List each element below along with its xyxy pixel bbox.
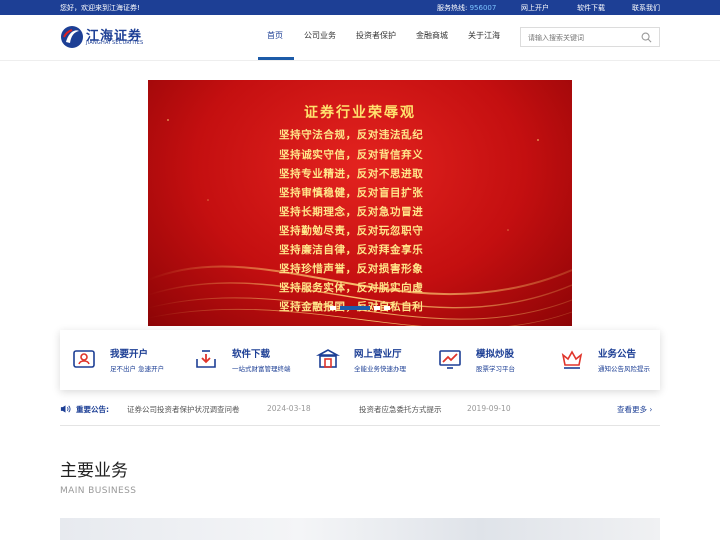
- banner-line: 坚持服务实体，反对脱实向虚: [279, 282, 424, 294]
- service-title: 软件下载: [232, 349, 271, 360]
- service-subtitle: 全能业务快速办理: [354, 365, 406, 373]
- service-software-download[interactable]: 软件下载 一站式财富管理终端: [182, 330, 297, 390]
- logo-mark-icon: [61, 26, 83, 48]
- carousel-dot[interactable]: [330, 306, 336, 310]
- service-title: 业务公告: [598, 349, 637, 360]
- carousel-dot-active[interactable]: [340, 306, 370, 310]
- banner-line: 坚持长期理念，反对急功冒进: [279, 206, 424, 218]
- service-title: 网上营业厅: [354, 349, 402, 360]
- announcement-date: 2019-09-10: [467, 404, 511, 413]
- speaker-icon: [60, 405, 71, 413]
- topbar-link-contact-us[interactable]: 联系我们: [632, 3, 660, 13]
- section-title: 主要业务: [60, 461, 128, 481]
- banner-line: 坚持专业精进，反对不思进取: [279, 168, 424, 180]
- nav-home[interactable]: 首页: [267, 30, 283, 41]
- hotline: 服务热线: 956007: [437, 3, 496, 13]
- logo-text-en: JIANGHAI SECURITIES: [86, 40, 144, 46]
- section-subtitle: MAIN BUSINESS: [60, 486, 137, 496]
- hotline-number: 956007: [469, 4, 497, 12]
- header-divider: [0, 60, 720, 61]
- view-more-label: 查看更多: [617, 405, 647, 414]
- quick-services: 我要开户 足不出户 急速开户 软件下载 一站式财富管理终端 网上营业厅 全能业务…: [60, 330, 660, 390]
- service-subtitle: 足不出户 急速开户: [110, 365, 165, 373]
- banner-line: 坚持守法合规，反对违法乱纪: [279, 129, 424, 141]
- service-subtitle: 股票学习平台: [476, 365, 515, 373]
- service-title: 我要开户: [110, 349, 149, 360]
- carousel-dot[interactable]: [374, 306, 380, 310]
- search-icon[interactable]: [641, 32, 652, 43]
- service-subtitle: 一站式财富管理终端: [232, 365, 291, 373]
- banner-line: 坚持诚实守信，反对背信弃义: [279, 149, 424, 161]
- banner-line: 坚持审慎稳健，反对盲目扩张: [279, 187, 424, 199]
- service-simulated-trading[interactable]: 模拟炒股 股票学习平台: [426, 330, 541, 390]
- topbar-link-open-account[interactable]: 网上开户: [521, 3, 549, 13]
- announcement-divider: [60, 425, 660, 426]
- search-input[interactable]: [528, 32, 638, 43]
- announcement-date: 2024-03-18: [267, 404, 311, 413]
- announcement-item[interactable]: 证券公司投资者保护状况调查问卷: [127, 404, 240, 415]
- nav-investor-protection[interactable]: 投资者保护: [356, 30, 396, 41]
- banner-line: 坚持勤勉尽责，反对玩忽职守: [279, 225, 424, 237]
- hero-banner[interactable]: 证券行业荣辱观 坚持守法合规，反对违法乱纪 坚持诚实守信，反对背信弃义 坚持专业…: [148, 80, 572, 326]
- nav-about[interactable]: 关于江海: [468, 30, 500, 41]
- service-open-account[interactable]: 我要开户 足不出户 急速开户: [60, 330, 175, 390]
- logo[interactable]: 江海证券 JIANGHAI SECURITIES: [60, 25, 160, 49]
- online-hall-icon: [316, 349, 340, 368]
- chevron-right-icon: ›: [649, 405, 653, 414]
- carousel-dot[interactable]: [384, 306, 390, 310]
- nav-financial-mall[interactable]: 金融商城: [416, 30, 448, 41]
- welcome-text: 您好，欢迎来到江海证券!: [60, 4, 140, 12]
- crown-notice-icon: [561, 350, 583, 369]
- download-icon: [196, 350, 216, 368]
- hotline-label: 服务热线:: [437, 4, 468, 12]
- main-business-image: [60, 518, 660, 540]
- stock-chart-icon: [439, 350, 461, 369]
- banner-title: 证券行业荣辱观: [304, 105, 416, 121]
- nav-company-business[interactable]: 公司业务: [304, 30, 336, 41]
- banner-line: 坚持廉洁自律，反对拜金享乐: [279, 244, 424, 256]
- top-bar: 您好，欢迎来到江海证券! 服务热线: 956007 网上开户 软件下载 联系我们: [0, 0, 720, 15]
- view-more-link[interactable]: 查看更多 ›: [617, 404, 652, 415]
- announcement-label: 重要公告:: [76, 405, 109, 414]
- search-box: [520, 27, 660, 47]
- account-open-icon: [73, 350, 95, 368]
- banner-line: 坚持珍惜声誉，反对损害形象: [279, 263, 424, 275]
- service-announcements[interactable]: 业务公告 通知公告风险提示: [548, 330, 663, 390]
- service-online-hall[interactable]: 网上营业厅 全能业务快速办理: [304, 330, 419, 390]
- service-title: 模拟炒股: [476, 349, 515, 360]
- service-subtitle: 通知公告风险提示: [598, 365, 650, 373]
- announcement-item[interactable]: 投资者应急委托方式提示: [359, 404, 442, 415]
- topbar-link-software-download[interactable]: 软件下载: [577, 3, 605, 13]
- announcement-bar: 重要公告: 证券公司投资者保护状况调查问卷 2024-03-18 投资者应急委托…: [60, 403, 660, 417]
